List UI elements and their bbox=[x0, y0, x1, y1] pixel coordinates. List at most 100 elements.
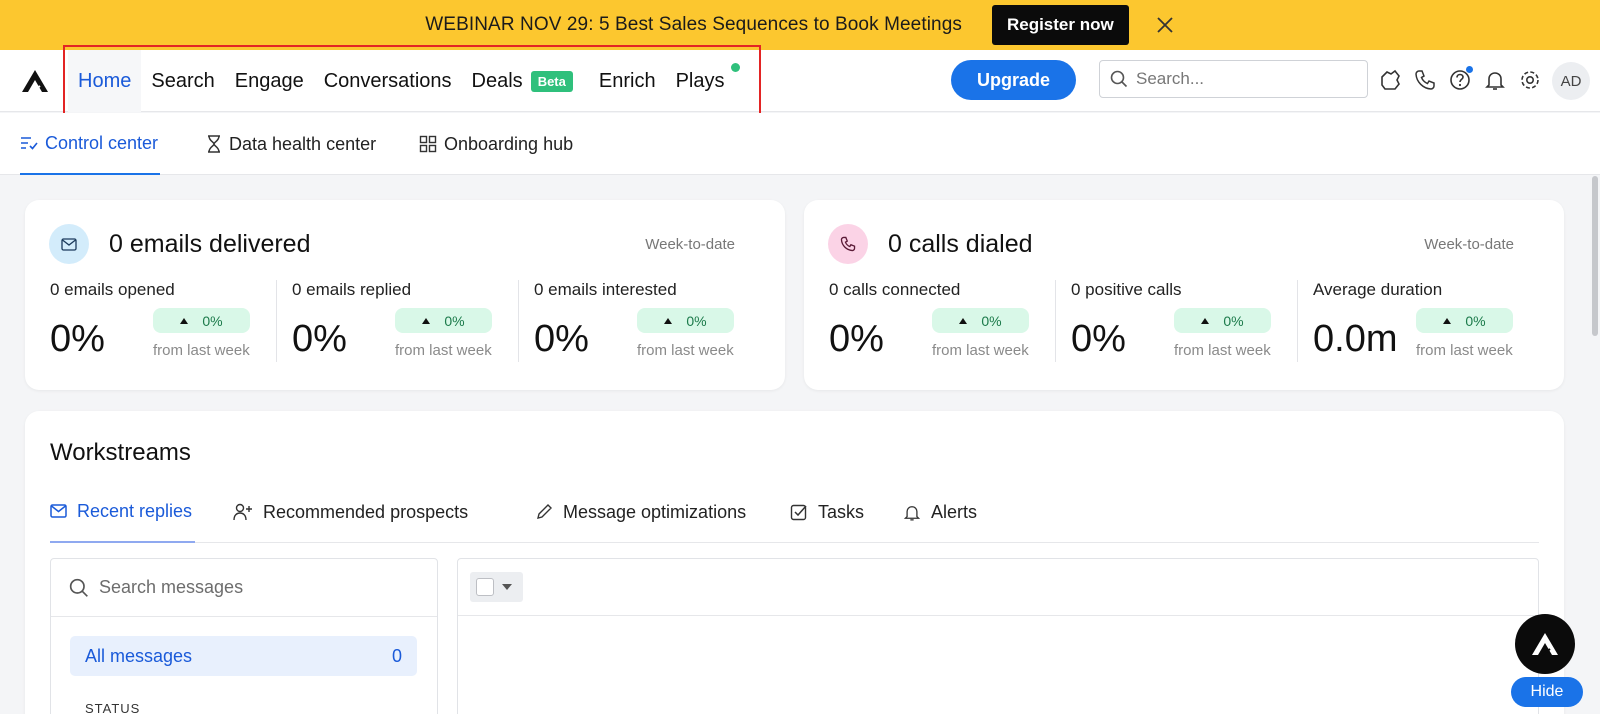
puzzle-icon[interactable] bbox=[1377, 67, 1403, 93]
arrow-up-icon bbox=[959, 317, 968, 324]
delta-caption: from last week bbox=[153, 342, 250, 359]
workstreams-title: Workstreams bbox=[50, 439, 191, 466]
select-all-dropdown[interactable] bbox=[470, 572, 523, 602]
search-icon bbox=[1110, 70, 1128, 88]
chevron-down-icon[interactable] bbox=[502, 584, 512, 590]
tab-label: Recent replies bbox=[77, 500, 193, 521]
delta-caption: from last week bbox=[395, 342, 492, 359]
arrow-up-icon bbox=[180, 317, 189, 324]
delta-value: 0% bbox=[1465, 312, 1486, 329]
metric-value: 0% bbox=[534, 318, 589, 360]
search-input[interactable] bbox=[1136, 69, 1346, 89]
logo-icon[interactable] bbox=[20, 68, 50, 94]
mail-icon bbox=[49, 224, 89, 264]
register-now-button[interactable]: Register now bbox=[991, 5, 1129, 45]
metric-label: Average duration bbox=[1313, 280, 1443, 299]
delta-value: 0% bbox=[686, 312, 707, 329]
checkbox-icon bbox=[790, 504, 807, 521]
metric-value: 0% bbox=[1071, 318, 1126, 360]
workstreams-card: Workstreams Recent replies Recommended p… bbox=[25, 411, 1564, 714]
tab-label: Onboarding hub bbox=[444, 133, 574, 154]
search-messages-input[interactable] bbox=[99, 577, 399, 598]
phone-icon[interactable] bbox=[1412, 67, 1438, 93]
logo-icon bbox=[1532, 633, 1558, 656]
all-messages-filter[interactable]: All messages 0 bbox=[70, 636, 417, 676]
upgrade-button[interactable]: Upgrade bbox=[951, 60, 1076, 100]
sub-navigation: Control center Data health center Onboar… bbox=[0, 113, 1600, 175]
filter-label: All messages bbox=[85, 645, 193, 666]
add-person-icon bbox=[233, 503, 252, 521]
hide-button[interactable]: Hide bbox=[1511, 677, 1583, 707]
delta-caption: from last week bbox=[637, 342, 734, 359]
tab-control-center[interactable]: Control center bbox=[20, 113, 161, 175]
tab-onboarding-hub[interactable]: Onboarding hub bbox=[419, 113, 573, 175]
page-scrollbar[interactable] bbox=[1592, 176, 1598, 336]
banner-text: WEBINAR NOV 29: 5 Best Sales Sequences t… bbox=[425, 14, 962, 35]
nav-label: Engage bbox=[234, 69, 304, 92]
tab-label: Alerts bbox=[931, 501, 978, 522]
delta-value: 0% bbox=[444, 312, 465, 329]
tab-recent-replies[interactable]: Recent replies bbox=[50, 481, 196, 543]
beta-badge: Beta bbox=[530, 70, 573, 92]
tab-recommended-prospects[interactable]: Recommended prospects bbox=[233, 481, 468, 543]
nav-item-conversations[interactable]: Conversations bbox=[314, 50, 462, 112]
tab-tasks[interactable]: Tasks bbox=[790, 481, 864, 543]
nav-item-engage[interactable]: Engage bbox=[225, 50, 314, 112]
divider bbox=[276, 280, 277, 362]
new-indicator-dot bbox=[731, 63, 741, 72]
calls-dialed-title: 0 calls dialed bbox=[888, 230, 1033, 258]
gear-icon[interactable] bbox=[1517, 67, 1543, 93]
arrow-up-icon bbox=[1201, 317, 1210, 324]
main-nav: Home Search Engage Conversations Deals Be… bbox=[68, 50, 748, 112]
period-label: Week-to-date bbox=[645, 236, 735, 253]
tab-message-optimizations[interactable]: Message optimizations bbox=[535, 481, 746, 543]
metric-emails-opened: 0 emails opened 0% 0% from last week bbox=[50, 280, 292, 362]
delta-badge: 0% bbox=[932, 308, 1029, 333]
delta-value: 0% bbox=[1223, 312, 1244, 329]
phone-icon bbox=[828, 224, 868, 264]
tab-alerts[interactable]: Alerts bbox=[903, 481, 977, 543]
close-icon[interactable] bbox=[1155, 15, 1175, 35]
nav-item-home[interactable]: Home bbox=[68, 50, 142, 112]
metric-emails-interested: 0 emails interested 0% 0% from last week bbox=[534, 280, 776, 362]
bell-icon bbox=[903, 505, 921, 521]
messages-search[interactable] bbox=[51, 559, 437, 617]
calls-stats-card: 0 calls dialed Week-to-date 0 calls conn… bbox=[804, 200, 1564, 390]
metric-value: 0% bbox=[50, 318, 105, 360]
delta-caption: from last week bbox=[932, 342, 1029, 359]
tab-label: Recommended prospects bbox=[263, 501, 469, 522]
metric-value: 0% bbox=[829, 318, 884, 360]
bell-icon[interactable] bbox=[1482, 67, 1508, 93]
pencil-icon bbox=[537, 504, 552, 519]
tab-label: Tasks bbox=[818, 501, 865, 522]
nav-item-deals[interactable]: Deals Beta bbox=[462, 50, 583, 112]
nav-item-search[interactable]: Search bbox=[141, 50, 224, 112]
help-icon[interactable] bbox=[1447, 66, 1473, 93]
global-search[interactable] bbox=[1099, 60, 1368, 98]
tab-label: Message optimizations bbox=[563, 501, 747, 522]
metric-average-duration: Average duration 0.0m 0% from last week bbox=[1313, 280, 1555, 362]
tab-label: Data health center bbox=[229, 133, 377, 154]
notification-dot bbox=[1466, 66, 1473, 73]
nav-label: Search bbox=[151, 69, 215, 92]
nav-item-plays[interactable]: Plays bbox=[666, 50, 749, 112]
delta-badge: 0% bbox=[637, 308, 734, 333]
metric-label: 0 emails opened bbox=[50, 280, 175, 299]
metric-label: 0 emails interested bbox=[534, 280, 677, 299]
top-navigation: Home Search Engage Conversations Deals Be… bbox=[0, 50, 1600, 112]
delta-value: 0% bbox=[202, 312, 223, 329]
nav-label: Conversations bbox=[323, 69, 452, 92]
metric-value: 0.0m bbox=[1313, 318, 1398, 360]
delta-badge: 0% bbox=[153, 308, 250, 333]
delta-caption: from last week bbox=[1174, 342, 1271, 359]
tab-data-health-center[interactable]: Data health center bbox=[206, 113, 376, 175]
assistant-launcher-button[interactable] bbox=[1515, 614, 1575, 674]
metric-label: 0 positive calls bbox=[1071, 280, 1182, 299]
select-all-checkbox[interactable] bbox=[476, 578, 494, 596]
nav-item-enrich[interactable]: Enrich bbox=[589, 50, 666, 112]
avatar[interactable]: AD bbox=[1552, 62, 1590, 100]
status-section-label: STATUS bbox=[85, 701, 141, 714]
messages-filter-pane: All messages 0 STATUS bbox=[50, 558, 438, 714]
delta-badge: 0% bbox=[1416, 308, 1513, 333]
nav-label: Enrich bbox=[598, 69, 656, 92]
